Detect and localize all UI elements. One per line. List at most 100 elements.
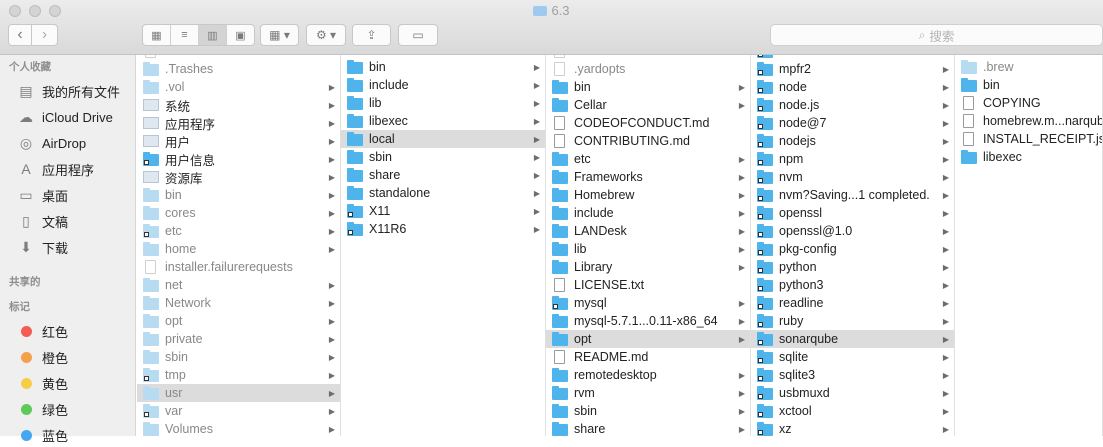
folder-row[interactable]: X11 ▶ <box>341 202 545 220</box>
folder-row[interactable]: standalone ▶ <box>341 184 545 202</box>
sidebar-item[interactable]: ⬇ 下载 <box>0 235 136 259</box>
file-row[interactable]: INSTALL_RECEIPT.json <box>955 130 1102 148</box>
folder-row[interactable]: bin ▶ <box>137 186 340 204</box>
folder-row[interactable]: sonarqube ▶ <box>751 330 954 348</box>
folder-row[interactable]: python3 ▶ <box>751 276 954 294</box>
folder-row[interactable]: nvm?Saving...1 completed. ▶ <box>751 186 954 204</box>
share-button[interactable]: ⇪ <box>352 24 391 46</box>
folder-row[interactable]: Network ▶ <box>137 294 340 312</box>
folder-row[interactable]: .brew <box>955 58 1102 76</box>
folder-row[interactable]: openssl@1.0 ▶ <box>751 222 954 240</box>
browser-column[interactable]: .Trashes .vol ▶ 系统 ▶ 应用程序 ▶ 用户 ▶ 用户信息 ▶ 资源库 ▶ bin ▶ cor… <box>137 55 341 436</box>
column-view-button[interactable]: ▥ <box>199 25 227 45</box>
folder-row[interactable]: python ▶ <box>751 258 954 276</box>
folder-row[interactable]: sbin ▶ <box>341 148 545 166</box>
folder-row[interactable]: 系统 ▶ <box>137 96 340 114</box>
browser-column[interactable]: ▶mpfr2▶node▶node.js▶node@7▶nodejs▶npm▶nv… <box>751 55 955 436</box>
file-row[interactable]: README.md <box>546 348 750 366</box>
back-button[interactable]: ‹ <box>8 24 32 46</box>
sidebar-item[interactable]: 红色 <box>0 319 136 343</box>
folder-row[interactable]: private ▶ <box>137 330 340 348</box>
folder-row[interactable]: 用户信息 ▶ <box>137 150 340 168</box>
folder-row[interactable]: tmp ▶ <box>137 366 340 384</box>
file-row[interactable]: .yardopts <box>546 60 750 78</box>
folder-row[interactable]: 资源库 ▶ <box>137 168 340 186</box>
folder-row[interactable]: nvm ▶ <box>751 168 954 186</box>
file-row[interactable]: installer.failurerequests <box>137 258 340 276</box>
folder-row[interactable]: usbmuxd ▶ <box>751 384 954 402</box>
sidebar-item[interactable]: A 应用程序 <box>0 157 136 181</box>
file-row[interactable]: homebrew.m...narqube.plist <box>955 112 1102 130</box>
file-row[interactable]: CODEOFCONDUCT.md <box>546 114 750 132</box>
folder-row[interactable]: Volumes ▶ <box>137 420 340 436</box>
folder-row[interactable]: var ▶ <box>137 402 340 420</box>
browser-column[interactable]: .yardopts bin ▶ Cellar ▶ CODEOFCONDUCT.md CONT… <box>546 55 751 436</box>
file-row[interactable]: COPYING <box>955 94 1102 112</box>
folder-row[interactable]: Library ▶ <box>546 258 750 276</box>
folder-row[interactable]: sbin ▶ <box>546 402 750 420</box>
folder-row[interactable]: node.js ▶ <box>751 96 954 114</box>
folder-row[interactable]: sbin ▶ <box>137 348 340 366</box>
folder-row[interactable]: bin ▶ <box>546 78 750 96</box>
folder-row[interactable]: 用户 ▶ <box>137 132 340 150</box>
folder-row[interactable]: node ▶ <box>751 78 954 96</box>
sidebar-item[interactable]: 蓝色 <box>0 423 136 447</box>
folder-row[interactable]: Cellar ▶ <box>546 96 750 114</box>
folder-row[interactable]: etc ▶ <box>137 222 340 240</box>
folder-row[interactable]: opt ▶ <box>546 330 750 348</box>
folder-row[interactable]: node@7 ▶ <box>751 114 954 132</box>
folder-row[interactable]: Frameworks ▶ <box>546 168 750 186</box>
folder-row[interactable]: sqlite ▶ <box>751 348 954 366</box>
folder-row[interactable]: Homebrew ▶ <box>546 186 750 204</box>
folder-row[interactable]: bin <box>955 76 1102 94</box>
browser-column[interactable]: .brew bin COPYING homebrew.m...narqube.plis… <box>955 55 1103 436</box>
folder-row[interactable]: include ▶ <box>546 204 750 222</box>
folder-row[interactable]: include ▶ <box>341 76 545 94</box>
folder-row[interactable]: 应用程序 ▶ <box>137 114 340 132</box>
folder-row[interactable]: npm ▶ <box>751 150 954 168</box>
sidebar-item[interactable]: ▯ 文稿 <box>0 209 136 233</box>
folder-row[interactable]: mysql ▶ <box>546 294 750 312</box>
tags-button[interactable]: ▭ <box>398 24 438 46</box>
folder-row[interactable]: rvm ▶ <box>546 384 750 402</box>
folder-row[interactable]: home ▶ <box>137 240 340 258</box>
folder-row[interactable]: sqlite3 ▶ <box>751 366 954 384</box>
folder-row[interactable]: ruby ▶ <box>751 312 954 330</box>
folder-row[interactable]: mpfr2 ▶ <box>751 60 954 78</box>
folder-row[interactable]: lib ▶ <box>341 94 545 112</box>
browser-column[interactable]: bin ▶ include ▶ lib ▶ libexec ▶ local ▶ sbin ▶ share… <box>341 55 546 436</box>
file-row[interactable]: CONTRIBUTING.md <box>546 132 750 150</box>
folder-row[interactable]: lib ▶ <box>546 240 750 258</box>
folder-row[interactable]: nodejs ▶ <box>751 132 954 150</box>
folder-row[interactable]: xctool ▶ <box>751 402 954 420</box>
folder-row[interactable]: libexec ▶ <box>341 112 545 130</box>
search-field[interactable]: ⌕ 搜索 <box>770 24 1103 46</box>
folder-row[interactable]: xz ▶ <box>751 420 954 436</box>
folder-row[interactable]: bin ▶ <box>341 58 545 76</box>
arrange-button[interactable]: ▦ ▾ <box>260 24 299 46</box>
file-row[interactable]: LICENSE.txt <box>546 276 750 294</box>
action-gear-button[interactable]: ⚙ ▾ <box>306 24 346 46</box>
folder-row[interactable]: usr ▶ <box>137 384 340 402</box>
list-view-button[interactable]: ≡ <box>171 25 199 45</box>
folder-row[interactable]: cores ▶ <box>137 204 340 222</box>
folder-row[interactable]: readline ▶ <box>751 294 954 312</box>
forward-button[interactable]: › <box>31 24 58 46</box>
folder-row[interactable]: net ▶ <box>137 276 340 294</box>
folder-row[interactable]: share ▶ <box>546 420 750 436</box>
sidebar-item[interactable]: 绿色 <box>0 397 136 421</box>
folder-row[interactable]: .vol ▶ <box>137 78 340 96</box>
sidebar-item[interactable]: ☁ iCloud Drive <box>0 105 136 129</box>
sidebar-item[interactable]: ▭ 桌面 <box>0 183 136 207</box>
folder-row[interactable]: X11R6 ▶ <box>341 220 545 238</box>
folder-row[interactable]: LANDesk ▶ <box>546 222 750 240</box>
sidebar-item[interactable]: ▤ 我的所有文件 <box>0 79 136 103</box>
icon-view-button[interactable]: ▦ <box>143 25 171 45</box>
sidebar-item[interactable]: 橙色 <box>0 345 136 369</box>
folder-row[interactable]: opt ▶ <box>137 312 340 330</box>
folder-row[interactable]: mysql-5.7.1...0.11-x86_64 ▶ <box>546 312 750 330</box>
folder-row[interactable]: pkg-config ▶ <box>751 240 954 258</box>
sidebar-item[interactable]: ◎ AirDrop <box>0 131 136 155</box>
folder-row[interactable]: etc ▶ <box>546 150 750 168</box>
sidebar-item[interactable]: 黄色 <box>0 371 136 395</box>
